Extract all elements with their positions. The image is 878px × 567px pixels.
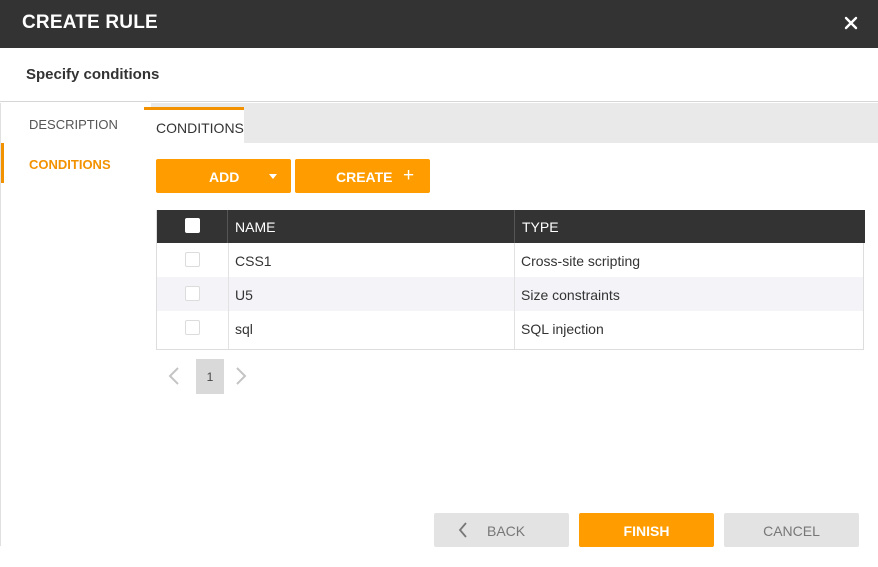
tab-conditions[interactable]: CONDITIONS: [144, 107, 244, 143]
row-checkbox[interactable]: [185, 286, 200, 301]
cell-type: SQL injection: [521, 321, 604, 337]
back-button-label: BACK: [487, 523, 526, 539]
conditions-table: NAME TYPE CSS1 Cross-site scripting U5 S…: [156, 210, 865, 350]
cell-divider: [228, 243, 229, 277]
plus-icon: +: [403, 165, 415, 186]
add-button-label: ADD: [209, 169, 240, 185]
caret-down-icon[interactable]: [269, 174, 277, 179]
step-title: Specify conditions: [26, 66, 160, 83]
table-header: NAME TYPE: [157, 210, 865, 243]
back-button[interactable]: BACK: [434, 513, 569, 547]
table-row[interactable]: CSS1 Cross-site scripting: [157, 243, 863, 277]
chevron-right-icon[interactable]: [234, 366, 248, 386]
cell-divider: [228, 277, 229, 311]
add-button[interactable]: ADD: [156, 159, 291, 193]
main-panel: CONDITIONS ADD CREATE + NAME TYPE CSS1 C…: [144, 103, 878, 546]
cell-divider: [514, 277, 515, 311]
finish-button-label: FINISH: [623, 523, 670, 539]
table-footer-gap: [157, 345, 863, 349]
cell-name: U5: [235, 287, 253, 303]
sidebar-item-description[interactable]: DESCRIPTION: [1, 103, 151, 143]
select-all-cell: [157, 210, 228, 243]
page-button-current[interactable]: 1: [196, 359, 224, 394]
cell-type: Size constraints: [521, 287, 620, 303]
row-checkbox[interactable]: [185, 320, 200, 335]
column-header-name[interactable]: NAME: [235, 219, 275, 235]
row-checkbox[interactable]: [185, 252, 200, 267]
cancel-button[interactable]: CANCEL: [724, 513, 859, 547]
sidebar-item-label: DESCRIPTION: [29, 117, 118, 132]
table-row[interactable]: sql SQL injection: [157, 311, 863, 345]
table-row[interactable]: U5 Size constraints: [157, 277, 863, 311]
dialog-title: CREATE RULE: [22, 12, 158, 33]
create-button-label: CREATE: [336, 169, 393, 185]
cell-name: CSS1: [235, 253, 272, 269]
page-number: 1: [206, 370, 214, 384]
sidebar-item-label: CONDITIONS: [29, 157, 111, 172]
cancel-button-label: CANCEL: [763, 523, 820, 539]
close-icon[interactable]: [842, 14, 860, 32]
cell-type: Cross-site scripting: [521, 253, 641, 269]
cell-divider: [514, 311, 515, 345]
create-button[interactable]: CREATE +: [295, 159, 430, 193]
cell-divider: [514, 345, 515, 349]
step-header: Specify conditions: [0, 48, 878, 102]
tab-label: CONDITIONS: [156, 120, 244, 136]
column-header-type[interactable]: TYPE: [522, 219, 559, 235]
chevron-left-icon[interactable]: [167, 366, 181, 386]
tab-strip: CONDITIONS: [144, 103, 878, 143]
select-all-checkbox[interactable]: [185, 218, 200, 233]
cell-name: sql: [235, 321, 253, 337]
column-divider: [514, 210, 515, 243]
cell-divider: [514, 243, 515, 277]
sidebar-item-conditions[interactable]: CONDITIONS: [1, 143, 151, 183]
cell-divider: [228, 345, 229, 349]
wizard-sidebar: DESCRIPTION CONDITIONS: [0, 103, 150, 546]
cell-divider: [228, 311, 229, 345]
dialog-titlebar: CREATE RULE: [0, 0, 878, 48]
finish-button[interactable]: FINISH: [579, 513, 714, 547]
chevron-left-icon: [458, 522, 468, 541]
